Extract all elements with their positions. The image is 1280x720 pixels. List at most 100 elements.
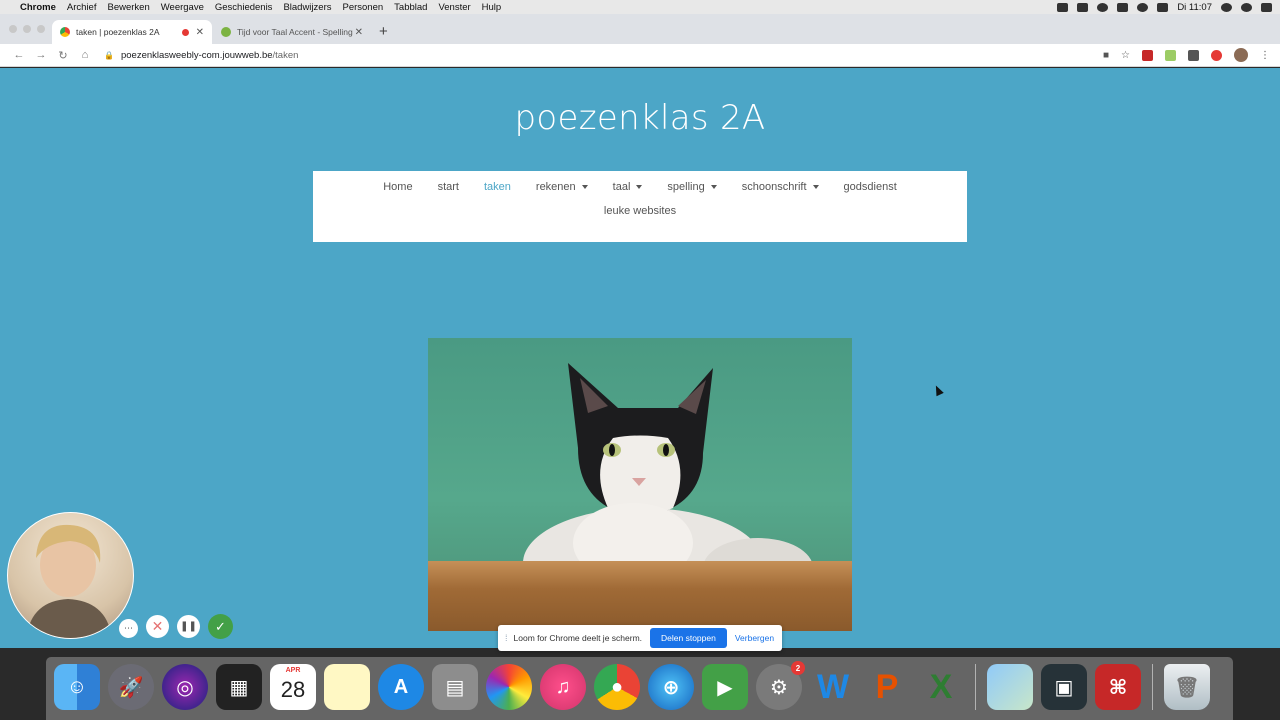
- close-window-icon[interactable]: [9, 25, 17, 33]
- dock-icons: ☺ 🚀 ◎ ▦ APR 28 A ▤ ♫ ● ⊕ ▶ ⚙ 2 W P X ▣ ⌘ …: [54, 661, 1210, 710]
- drag-handle-icon[interactable]: ⁞: [505, 633, 508, 643]
- nav-row: Home start taken rekenen taal spelling s…: [313, 181, 967, 193]
- photos-icon[interactable]: [486, 664, 532, 710]
- safari-icon[interactable]: ⊕: [648, 664, 694, 710]
- dropdown-caret-icon: [636, 185, 643, 190]
- nav-start[interactable]: start: [438, 181, 459, 193]
- finder-icon[interactable]: ☺: [54, 664, 100, 710]
- nav-leuke-websites[interactable]: leuke websites: [604, 205, 676, 217]
- notification-badge: 2: [791, 661, 805, 675]
- menu-archief[interactable]: Archief: [67, 2, 97, 13]
- nav-taal[interactable]: taal: [613, 181, 643, 193]
- home-icon[interactable]: ⌂: [74, 49, 96, 61]
- page-favicon-icon: [221, 27, 231, 37]
- calendar-icon[interactable]: APR 28: [270, 664, 316, 710]
- extension-icon[interactable]: [1142, 49, 1153, 61]
- lock-icon[interactable]: 🔒: [104, 51, 114, 60]
- hide-button[interactable]: Verbergen: [735, 633, 774, 643]
- minimize-window-icon[interactable]: [23, 25, 31, 33]
- window-controls: [9, 25, 45, 33]
- profile-avatar[interactable]: [1234, 48, 1248, 62]
- nav-spelling[interactable]: spelling: [667, 181, 717, 193]
- menu-venster[interactable]: Venster: [438, 2, 470, 13]
- imovie-icon[interactable]: ▣: [1041, 664, 1087, 710]
- pause-recording-icon[interactable]: ❚❚: [177, 615, 200, 638]
- cat-photo: [428, 338, 852, 631]
- status-area: Di 11:07: [1057, 2, 1272, 13]
- menu-weergave[interactable]: Weergave: [161, 2, 204, 13]
- siri-icon[interactable]: ◎: [162, 664, 208, 710]
- word-icon[interactable]: W: [810, 664, 856, 710]
- nav-rekenen[interactable]: rekenen: [536, 181, 588, 193]
- notification-center-icon[interactable]: [1261, 2, 1272, 12]
- microphone-icon[interactable]: [1057, 2, 1069, 12]
- reload-icon[interactable]: ↻: [52, 49, 74, 62]
- wifi-icon[interactable]: [1137, 2, 1149, 12]
- toolbar-actions: ■ ☆ ⋮: [1103, 48, 1280, 62]
- nav-taken[interactable]: taken: [484, 181, 511, 193]
- loom-extension-icon[interactable]: [1211, 49, 1222, 61]
- trash-icon[interactable]: 🗑: [1164, 664, 1210, 710]
- stop-sharing-button[interactable]: Delen stoppen: [650, 628, 727, 648]
- dock-separator: [1152, 664, 1153, 710]
- bluetooth-icon[interactable]: [1117, 2, 1129, 12]
- nav-home[interactable]: Home: [383, 181, 412, 193]
- notes-icon[interactable]: [324, 664, 370, 710]
- back-icon[interactable]: ←: [8, 49, 30, 61]
- menu-chrome[interactable]: Chrome: [20, 2, 56, 13]
- cancel-recording-icon[interactable]: ✕: [146, 615, 169, 638]
- new-tab-button[interactable]: +: [379, 22, 388, 42]
- extension-icon[interactable]: [1165, 49, 1176, 61]
- menu-hulp[interactable]: Hulp: [482, 2, 502, 13]
- close-tab-icon[interactable]: ✕: [196, 27, 204, 38]
- menu-bewerken[interactable]: Bewerken: [107, 2, 149, 13]
- menubar-clock[interactable]: Di 11:07: [1177, 2, 1212, 13]
- menu-tabblad[interactable]: Tabblad: [394, 2, 427, 13]
- calculator-icon[interactable]: ▤: [432, 664, 478, 710]
- address-bar[interactable]: 🔒 poezenklasweebly-com.jouwweb.be /taken: [104, 50, 298, 61]
- nav-schoonschrift[interactable]: schoonschrift: [742, 181, 819, 193]
- camera-access-icon[interactable]: ■: [1103, 50, 1109, 61]
- spotlight-icon[interactable]: [1221, 2, 1232, 12]
- close-tab-icon[interactable]: ✕: [355, 27, 363, 38]
- menu-bladwijzers[interactable]: Bladwijzers: [283, 2, 331, 13]
- dropdown-caret-icon: [581, 185, 588, 190]
- zoom-window-icon[interactable]: [37, 25, 45, 33]
- loom-recording-controls: ⋯ ✕ ❚❚ ✓: [119, 614, 233, 639]
- camera-icon[interactable]: [1077, 2, 1089, 12]
- system-preferences-icon[interactable]: ⚙ 2: [756, 661, 805, 710]
- macos-dock: ☺ 🚀 ◎ ▦ APR 28 A ▤ ♫ ● ⊕ ▶ ⚙ 2 W P X ▣ ⌘ …: [46, 657, 1233, 720]
- photo-booth-icon[interactable]: ▦: [216, 664, 262, 710]
- time-machine-icon[interactable]: [1097, 2, 1109, 12]
- nav-godsdienst[interactable]: godsdienst: [844, 181, 897, 193]
- excel-icon[interactable]: X: [918, 664, 964, 710]
- sharing-message: Loom for Chrome deelt je scherm.: [513, 633, 643, 643]
- chrome-icon[interactable]: ●: [594, 664, 640, 710]
- site-title[interactable]: poezenklas 2A: [0, 98, 1280, 138]
- siri-icon[interactable]: [1241, 2, 1252, 12]
- volume-icon[interactable]: [1157, 2, 1169, 12]
- facetime-icon[interactable]: ▶: [702, 664, 748, 710]
- finish-recording-icon[interactable]: ✓: [208, 614, 233, 639]
- loom-webcam-bubble[interactable]: [7, 512, 134, 639]
- browser-tabbar: taken | poezenklas 2A ✕ Tijd voor Taal A…: [0, 14, 1280, 44]
- app-store-icon[interactable]: A: [378, 664, 424, 710]
- powerpoint-icon[interactable]: P: [864, 664, 910, 710]
- preview-icon[interactable]: [987, 664, 1033, 710]
- forward-icon[interactable]: →: [30, 49, 52, 61]
- recording-dot-icon: [181, 28, 189, 36]
- more-options-icon[interactable]: ⋯: [119, 618, 138, 638]
- tab-taal-accent[interactable]: Tijd voor Taal Accent - Spelling ✕: [213, 20, 371, 44]
- chrome-menu-icon[interactable]: ⋮: [1260, 50, 1270, 61]
- itunes-icon[interactable]: ♫: [540, 664, 586, 710]
- bookmark-star-icon[interactable]: ☆: [1121, 50, 1130, 61]
- menu-geschiedenis[interactable]: Geschiedenis: [215, 2, 273, 13]
- launchpad-icon[interactable]: 🚀: [108, 664, 154, 710]
- extension-icon[interactable]: [1188, 49, 1199, 61]
- acrobat-icon[interactable]: ⌘: [1095, 664, 1141, 710]
- loom-sharing-bar: ⁞ Loom for Chrome deelt je scherm. Delen…: [498, 625, 782, 651]
- browser-toolbar: ← → ↻ ⌂ 🔒 poezenklasweebly-com.jouwweb.b…: [0, 44, 1280, 67]
- menu-personen[interactable]: Personen: [342, 2, 383, 13]
- web-page: poezenklas 2A Home start taken rekenen t…: [0, 68, 1280, 648]
- tab-taken[interactable]: taken | poezenklas 2A ✕: [52, 20, 212, 44]
